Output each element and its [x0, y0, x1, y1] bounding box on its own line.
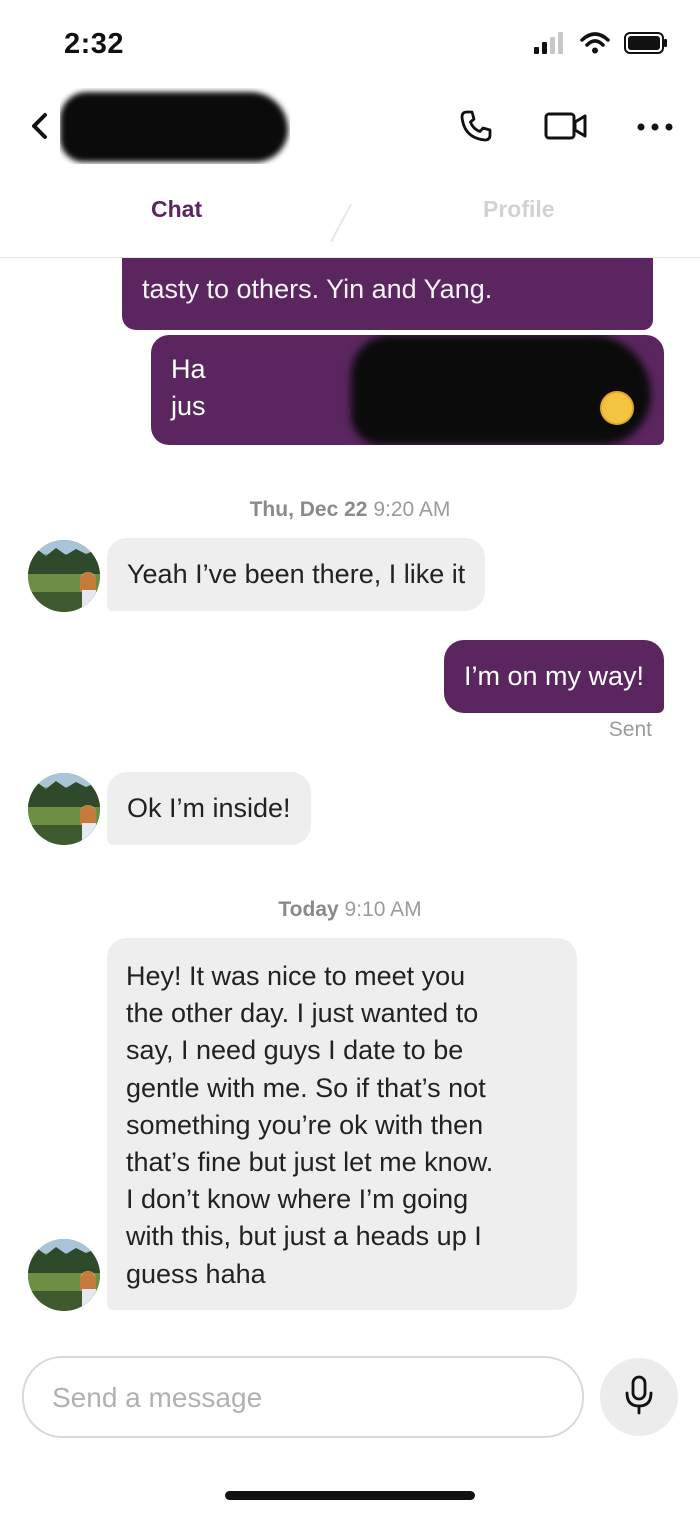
message-incoming[interactable]: Hey! It was nice to meet you the other d…: [107, 938, 577, 1310]
message-input[interactable]: [52, 1376, 552, 1420]
tab-bar: Chat Profile: [0, 180, 700, 258]
sweat-smile-emoji-icon: [600, 391, 634, 425]
avatar[interactable]: [28, 1239, 100, 1311]
chevron-left-icon: [30, 112, 48, 145]
message-text: Ok I’m inside!: [127, 793, 291, 823]
voice-message-button[interactable]: [600, 1358, 678, 1436]
phone-icon: [458, 108, 494, 149]
message-outgoing[interactable]: tasty to others. Yin and Yang.: [122, 258, 653, 330]
status-icons: [534, 32, 668, 59]
tab-divider: [330, 203, 352, 243]
message-text-clipped-line: [142, 258, 633, 271]
status-time: 2:32: [64, 28, 125, 60]
message-text: I’m on my way!: [463, 661, 644, 691]
contact-name[interactable]: ████: [60, 88, 290, 164]
message-status: Sent: [608, 718, 652, 741]
message-incoming[interactable]: Ok I’m inside!: [107, 772, 311, 845]
tab-chat[interactable]: Chat: [151, 196, 202, 223]
tab-profile[interactable]: Profile: [483, 196, 555, 223]
message-thread[interactable]: tasty to others. Yin and Yang. Ha jus ou…: [0, 258, 700, 1328]
call-button[interactable]: [454, 106, 498, 150]
date-separator: Thu, Dec 22 9:20 AM: [249, 498, 451, 521]
message-composer: [22, 1356, 584, 1438]
video-call-button[interactable]: [541, 106, 591, 150]
microphone-icon: [624, 1375, 654, 1420]
avatar[interactable]: [28, 540, 100, 612]
message-outgoing-redacted[interactable]: Ha jus ou: [151, 335, 664, 445]
back-button[interactable]: [24, 110, 54, 146]
status-bar: 2:32: [0, 0, 700, 90]
home-indicator[interactable]: [225, 1491, 475, 1500]
message-incoming[interactable]: Yeah I’ve been there, I like it: [107, 538, 486, 611]
more-horizontal-icon: [635, 119, 675, 137]
message-text: Yeah I’ve been there, I like it: [127, 559, 466, 589]
message-text: Hey! It was nice to meet you the other d…: [126, 961, 494, 1289]
date-separator: Today 9:10 AM: [278, 898, 422, 921]
chat-header: ████: [0, 80, 700, 175]
battery-icon: [624, 32, 668, 59]
wifi-icon: [580, 32, 610, 59]
cellular-signal-icon: [534, 32, 566, 59]
video-camera-icon: [544, 109, 588, 148]
avatar[interactable]: [28, 773, 100, 845]
redaction-mark: [351, 335, 651, 445]
message-outgoing[interactable]: I’m on my way!: [443, 640, 664, 713]
more-options-button[interactable]: [632, 106, 678, 150]
message-text: tasty to others. Yin and Yang.: [142, 274, 493, 304]
